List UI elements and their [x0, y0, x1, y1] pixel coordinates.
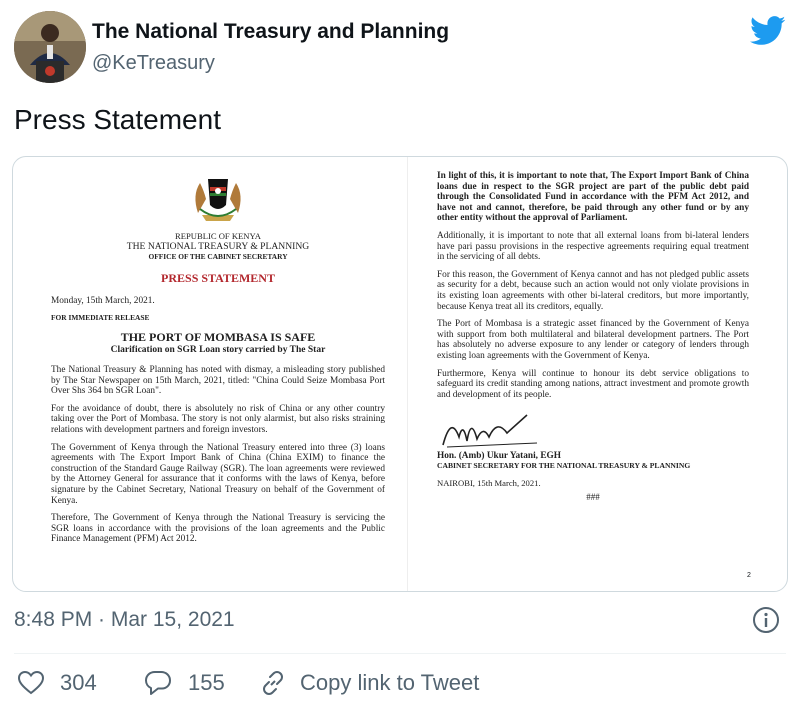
account-handle[interactable]: @KeTreasury [92, 52, 215, 75]
heart-icon [18, 671, 44, 695]
doc-title: THE PORT OF MOMBASA IS SAFE [120, 330, 316, 344]
reply-icon [145, 671, 171, 695]
doc-paragraph: The Government of Kenya through the Nati… [51, 442, 385, 506]
copy-link-label: Copy link to Tweet [300, 670, 480, 695]
doc-paragraph: For the avoidance of doubt, there is abs… [51, 403, 385, 435]
doc-subtitle: Clarification on SGR Loan story carried … [110, 345, 326, 355]
doc-paragraph: For this reason, the Government of Kenya… [437, 269, 749, 312]
doc-signed-place-date: NAIROBI, 15th March, 2021. [437, 478, 541, 489]
doc-signatory-role: CABINET SECRETARY FOR THE NATIONAL TREAS… [437, 461, 691, 471]
separator [14, 653, 786, 654]
doc-paragraph: The National Treasury & Planning has not… [51, 365, 385, 397]
link-icon [263, 671, 283, 695]
doc-ministry: THE NATIONAL TREASURY & PLANNING [126, 241, 310, 252]
doc-paragraph: Therefore, The Government of Kenya throu… [51, 513, 385, 545]
doc-signatory-name: Hon. (Amb) Ukur Yatani, EGH [437, 451, 561, 462]
document-page-1: REPUBLIC OF KENYA THE NATIONAL TREASURY … [51, 157, 385, 552]
reply-button[interactable]: 155 [144, 670, 225, 696]
doc-press-label: PRESS STATEMENT [161, 271, 275, 285]
document-page-2: In light of this, it is important to not… [437, 171, 749, 502]
page-divider [407, 157, 408, 591]
doc-paragraph: The Port of Mombasa is a strategic asset… [437, 319, 749, 361]
like-count: 304 [60, 670, 97, 695]
doc-republic: REPUBLIC OF KENYA [175, 231, 261, 241]
account-name[interactable]: The National Treasury and Planning [92, 20, 449, 44]
avatar[interactable] [14, 11, 86, 83]
doc-paragraph: Additionally, it is important to note th… [437, 230, 749, 263]
doc-paragraph: Furthermore, Kenya will continue to hono… [437, 368, 749, 400]
doc-office: OFFICE OF THE CABINET SECRETARY [148, 252, 288, 261]
doc-page-number: 2 [747, 572, 751, 579]
doc-paragraph: In light of this, it is important to not… [437, 171, 749, 224]
like-button[interactable]: 304 [18, 670, 97, 696]
doc-date: Monday, 15th March, 2021. [51, 296, 155, 306]
coat-of-arms-icon [186, 169, 250, 225]
tweet-media-image[interactable]: REPUBLIC OF KENYA THE NATIONAL TREASURY … [12, 156, 788, 592]
reply-count: 155 [188, 670, 225, 695]
signature-image [437, 407, 749, 451]
tweet-timestamp[interactable]: 8:48 PM · Mar 15, 2021 [14, 608, 235, 632]
copy-link-button[interactable]: Copy link to Tweet [260, 670, 479, 696]
info-icon[interactable] [752, 606, 780, 634]
doc-release: FOR IMMEDIATE RELEASE [51, 313, 150, 322]
tweet-text: Press Statement [14, 104, 221, 135]
doc-end-mark: ### [586, 492, 600, 503]
twitter-bird-icon[interactable] [750, 16, 786, 46]
